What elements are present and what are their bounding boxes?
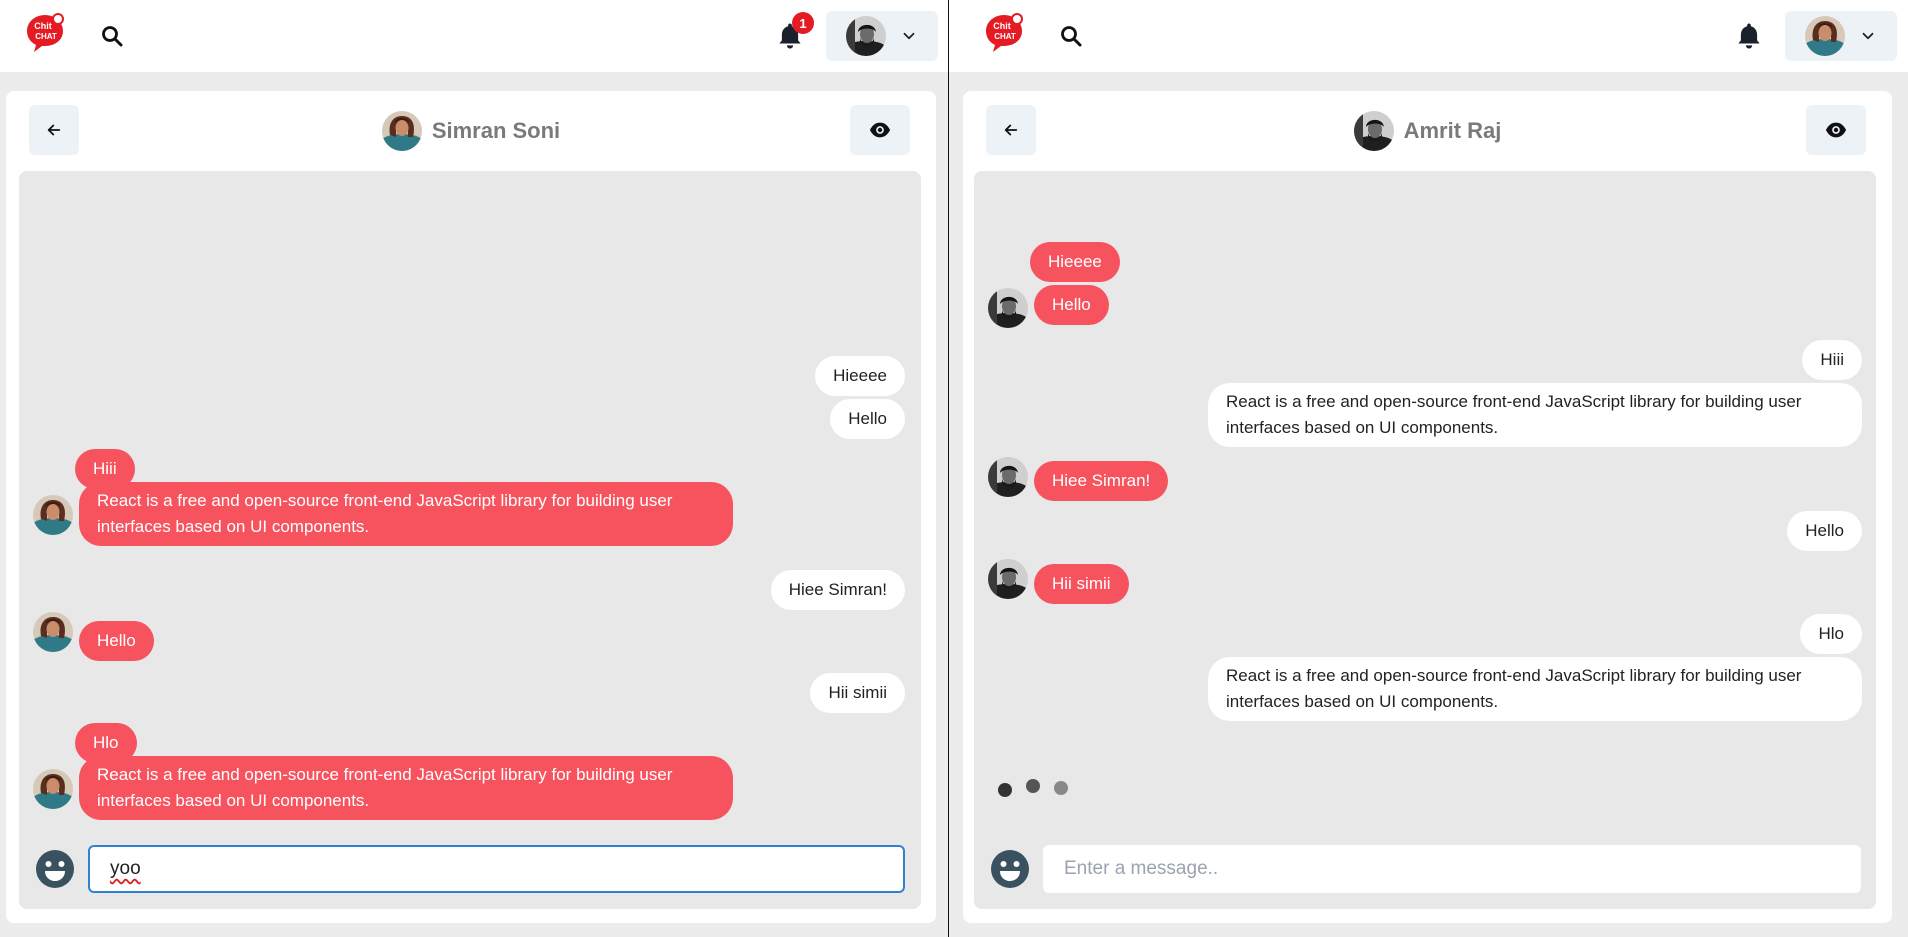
sender-avatar — [33, 612, 73, 652]
chevron-down-icon — [1859, 27, 1877, 45]
typing-dot — [1054, 781, 1068, 795]
message-bubble: React is a free and open-source front-en… — [79, 482, 733, 546]
search-button[interactable] — [98, 22, 126, 50]
view-profile-button[interactable] — [1806, 105, 1866, 155]
message-bubble: React is a free and open-source front-en… — [1208, 657, 1862, 721]
message-bubble: Hiee Simran! — [1034, 461, 1169, 501]
sender-avatar — [988, 288, 1028, 328]
notification-button[interactable]: 1 — [772, 12, 814, 56]
message-bubble: Hieeee — [1030, 242, 1120, 282]
user-avatar — [846, 16, 886, 56]
notification-count-badge: 1 — [792, 12, 814, 34]
contact-name: Simran Soni — [431, 118, 561, 143]
emoji-icon[interactable] — [35, 849, 75, 889]
message-bubble: React is a free and open-source front-en… — [79, 756, 733, 820]
message-bubble: Hello — [79, 621, 154, 661]
message-input[interactable]: yoo — [88, 845, 905, 893]
chat-header: Amrit Raj — [963, 91, 1892, 171]
message-bubble: Hii simii — [1034, 564, 1129, 604]
profile-menu-button[interactable] — [826, 11, 938, 61]
right-window: Amrit Raj Hieeee Hello Hiii React is a f… — [949, 0, 1908, 937]
typing-dot — [1026, 779, 1040, 793]
top-bar — [949, 0, 1908, 72]
message-bubble: Hieeee — [815, 356, 905, 396]
search-icon — [100, 24, 124, 48]
message-bubble: Hello — [1787, 511, 1862, 551]
chit-chat-logo-icon[interactable] — [24, 12, 66, 54]
typing-indicator — [998, 779, 1068, 797]
message-bubble: React is a free and open-source front-en… — [1208, 383, 1862, 447]
emoji-icon[interactable] — [990, 849, 1030, 889]
message-list[interactable]: Hieeee Hello Hiii React is a free and op… — [974, 171, 1876, 909]
user-avatar — [1805, 16, 1845, 56]
chat-card: Amrit Raj Hieeee Hello Hiii React is a f… — [963, 91, 1892, 923]
sender-avatar — [988, 457, 1028, 497]
contact-avatar — [382, 111, 422, 151]
contact-avatar — [1354, 111, 1394, 151]
chit-chat-logo-icon[interactable] — [983, 12, 1025, 54]
sender-avatar — [33, 769, 73, 809]
typing-dot — [998, 783, 1012, 797]
chat-header: Simran Soni — [6, 91, 936, 171]
chevron-down-icon — [900, 27, 918, 45]
sender-avatar — [33, 495, 73, 535]
top-bar: 1 — [0, 0, 948, 72]
eye-icon — [869, 119, 891, 141]
view-profile-button[interactable] — [850, 105, 910, 155]
sender-avatar — [988, 559, 1028, 599]
message-input[interactable] — [1043, 845, 1861, 893]
message-bubble: Hlo — [1800, 614, 1862, 654]
message-bubble: Hello — [830, 399, 905, 439]
search-icon — [1059, 24, 1083, 48]
contact-name: Amrit Raj — [1403, 118, 1502, 143]
message-bubble: Hii simii — [810, 673, 905, 713]
eye-icon — [1825, 119, 1847, 141]
message-bubble: Hiee Simran! — [770, 570, 905, 610]
message-bubble: Hello — [1034, 285, 1109, 325]
chat-title: Simran Soni — [6, 111, 936, 151]
message-list[interactable]: Hieeee Hello Hiii React is a free and op… — [19, 171, 921, 909]
profile-menu-button[interactable] — [1785, 11, 1897, 61]
notification-button[interactable] — [1731, 16, 1767, 56]
chat-card: Simran Soni Hieeee Hello Hiii React is a… — [6, 91, 936, 923]
search-button[interactable] — [1057, 22, 1085, 50]
chat-title: Amrit Raj — [963, 111, 1892, 151]
message-bubble: Hiii — [1802, 340, 1862, 380]
left-window: 1 Simran Soni Hieeee Hello Hiii React is — [0, 0, 948, 937]
bell-icon — [1734, 21, 1764, 51]
